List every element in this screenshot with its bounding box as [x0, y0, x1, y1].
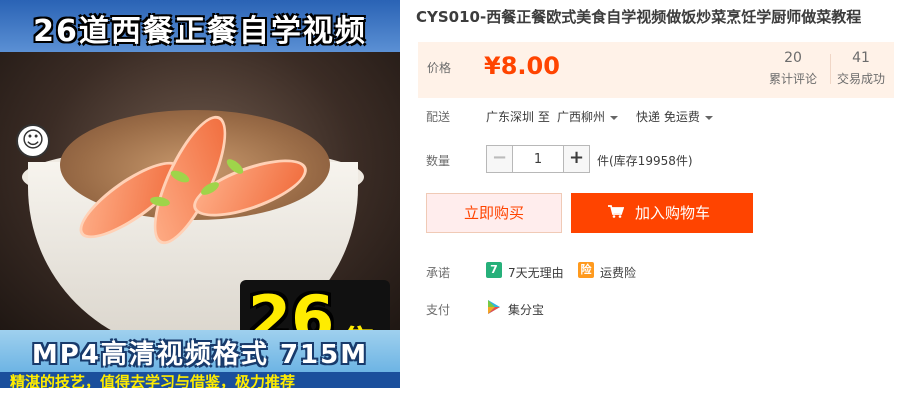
image-bottom-banner-text: MP4高清视频格式 715M: [31, 340, 369, 370]
transaction-count-stat[interactable]: 41 交易成功: [826, 50, 896, 87]
quantity-increase-button[interactable]: +: [563, 146, 589, 172]
product-page: 26道西餐正餐自学视频 ☺ 26 集 MP4高清视频格式 715M 精湛的技艺，…: [0, 0, 902, 411]
seven-day-return-link[interactable]: 7天无理由: [508, 264, 564, 281]
shipping-insurance-icon: 险: [578, 262, 594, 278]
shipping-destination-select[interactable]: 广西柳州: [557, 108, 619, 125]
smiley-icon: ☺: [16, 124, 50, 158]
shipping-method-select[interactable]: 快递 免运费: [636, 108, 713, 125]
quantity-decrease-button[interactable]: −: [487, 146, 513, 172]
product-image[interactable]: 26道西餐正餐自学视频 ☺ 26 集 MP4高清视频格式 715M 精湛的技艺，…: [0, 0, 400, 388]
add-to-cart-button[interactable]: 加入购物车: [571, 193, 753, 233]
shipping-destination: 广西柳州: [557, 110, 606, 124]
transaction-count-label: 交易成功: [836, 72, 885, 86]
image-bottom-banner: MP4高清视频格式 715M: [0, 330, 400, 372]
seven-day-return-icon: 7: [486, 262, 502, 278]
shipping-method: 快递 免运费: [636, 110, 700, 124]
review-count-stat[interactable]: 20 累计评论: [758, 50, 828, 87]
chevron-down-icon: [704, 115, 713, 120]
image-footer-strip: 精湛的技艺，值得去学习与借鉴，极力推荐: [0, 372, 400, 388]
image-top-banner: 26道西餐正餐自学视频: [0, 0, 400, 52]
product-title: CYS010-西餐正餐欧式美食自学视频做饭炒菜烹饪学厨师做菜教程: [416, 8, 862, 26]
shipping-insurance-link[interactable]: 运费险: [600, 264, 636, 281]
shipping-from: 广东深圳 至: [486, 110, 550, 124]
stock-info: 件(库存19958件): [597, 154, 693, 168]
image-footer-strip-text: 精湛的技艺，值得去学习与借鉴，极力推荐: [10, 373, 296, 388]
price-label: 价格: [427, 61, 452, 75]
transaction-count: 41: [852, 50, 870, 66]
quantity-label: 数量: [426, 154, 451, 168]
shopping-cart-icon: [608, 205, 624, 218]
price-panel: 价格 ¥8.00 20 累计评论 41 交易成功: [418, 42, 894, 98]
quantity-input[interactable]: [513, 146, 563, 172]
payment-method[interactable]: 集分宝: [508, 301, 544, 318]
quantity-stepper: − +: [486, 145, 590, 173]
buy-now-button[interactable]: 立即购买: [426, 193, 562, 233]
chevron-down-icon: [610, 115, 619, 120]
promise-label: 承诺: [426, 266, 451, 280]
shipping-label: 配送: [426, 110, 451, 124]
food-photo: ☺ 26 集: [0, 52, 400, 370]
review-count-label: 累计评论: [768, 72, 817, 86]
payment-label: 支付: [426, 303, 451, 317]
add-to-cart-label: 加入购物车: [635, 204, 711, 222]
image-top-banner-text: 26道西餐正餐自学视频: [33, 14, 367, 49]
price-value: ¥8.00: [484, 52, 560, 80]
jifenbao-icon: [488, 300, 500, 314]
review-count: 20: [784, 50, 802, 66]
